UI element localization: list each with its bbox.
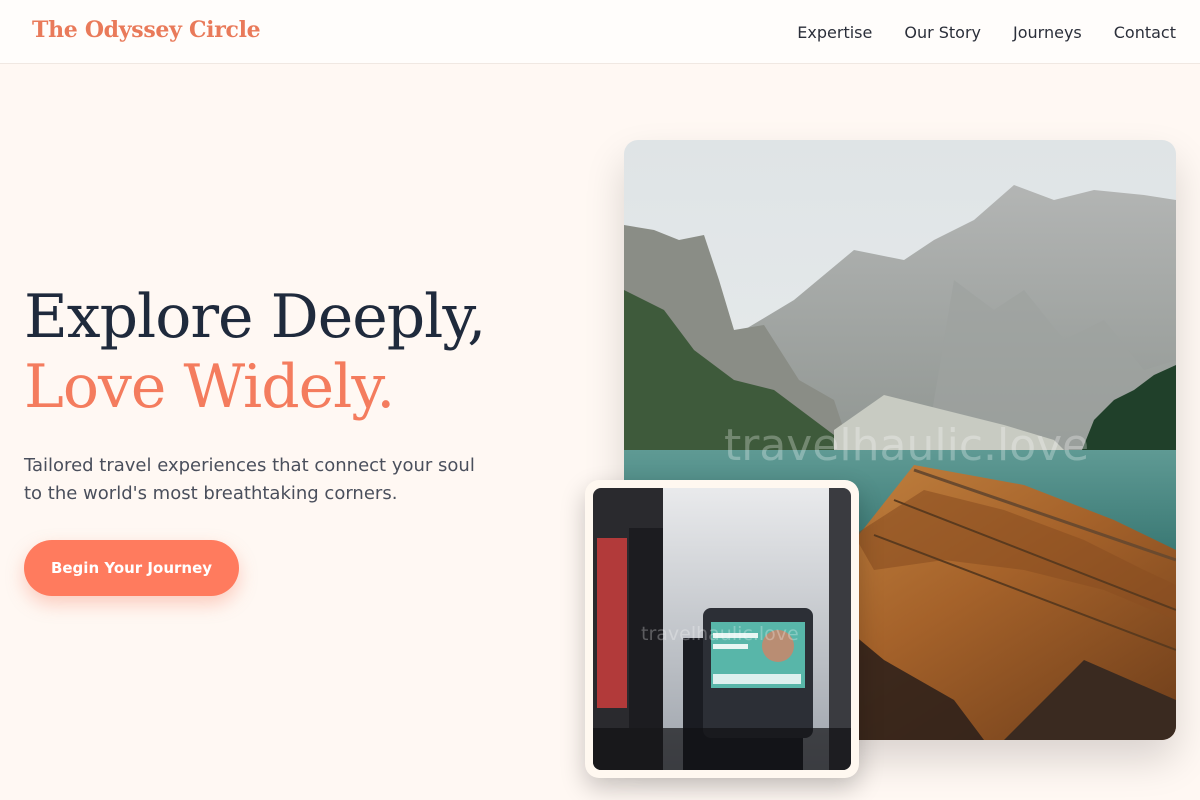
secondary-image-watermark: travelhaulic.love [641,623,799,645]
nav-links: Expertise Our Story Journeys Contact [765,0,1176,64]
nav-link-contact[interactable]: Contact [1114,23,1176,42]
nav-link-journeys[interactable]: Journeys [1013,23,1082,42]
main-image-watermark: travelhaulic.love [724,420,1089,471]
airplane-seat-photo: travelhaulic.love [593,488,851,770]
hero-title: Explore Deeply, Love Widely. [24,282,486,422]
hero-title-line2: Love Widely. [24,352,395,422]
nav-link-our-story[interactable]: Our Story [904,23,981,42]
hero-subtitle: Tailored travel experiences that connect… [24,455,475,504]
navbar: The Odyssey Circle Expertise Our Story J… [0,0,1200,64]
brand-logo[interactable]: The Odyssey Circle [32,17,261,43]
hero-title-line1: Explore Deeply, [24,282,486,352]
hero-secondary-image: travelhaulic.love [585,480,859,778]
nav-link-expertise[interactable]: Expertise [797,23,872,42]
begin-journey-button[interactable]: Begin Your Journey [24,540,239,596]
